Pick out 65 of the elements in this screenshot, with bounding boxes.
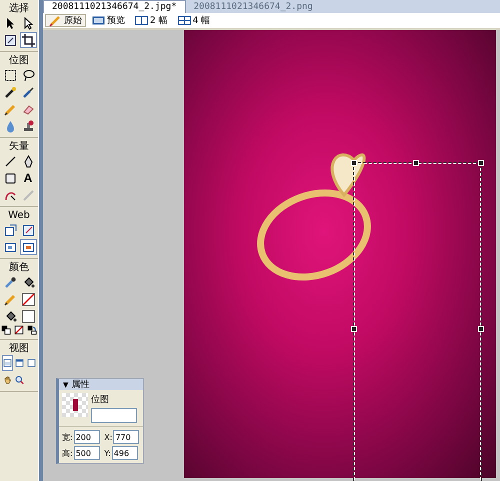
fill-swatch-icon xyxy=(22,310,34,322)
stroke-swatch-icon xyxy=(22,292,34,306)
field-label: 宽: xyxy=(62,432,73,442)
bitmap-thumbnail xyxy=(62,393,88,417)
crop-tool-button[interactable] xyxy=(20,32,36,48)
swap-colors-button[interactable] xyxy=(26,324,38,336)
default-colors-button[interactable] xyxy=(0,324,12,336)
two-up-view-button[interactable]: 2 幅 xyxy=(131,14,172,27)
name-field[interactable] xyxy=(91,408,137,423)
document-tab[interactable]: 2008111021346674_2.jpg* xyxy=(43,0,186,13)
eraser-icon xyxy=(22,102,34,116)
show-slices-icon xyxy=(22,240,34,254)
dimension-field[interactable]: 200 xyxy=(74,430,100,444)
eyedropper-icon xyxy=(4,276,16,288)
preview-view-button[interactable]: 预览 xyxy=(88,14,129,27)
four-up-view-button[interactable]: 4 幅 xyxy=(174,14,214,27)
rectangle-icon xyxy=(4,172,16,184)
fill-bucket-icon xyxy=(4,310,16,322)
zoom-icon xyxy=(14,375,24,385)
no-color-button[interactable] xyxy=(13,324,25,336)
show-slices-tool-button[interactable] xyxy=(20,239,36,255)
section-title: Web xyxy=(8,209,30,222)
section-title: 视图 xyxy=(9,342,29,355)
field-label: X: xyxy=(104,432,112,442)
section-title: 位图 xyxy=(9,54,29,67)
original-view-button[interactable]: 原始 xyxy=(45,14,86,27)
field-label: Y: xyxy=(104,448,111,458)
section-title: 矢量 xyxy=(9,140,29,153)
bucket-icon xyxy=(22,276,34,288)
fullscreen-icon xyxy=(26,358,36,368)
document-tab[interactable]: 2008111021346674_2.png xyxy=(186,1,321,13)
pen-icon xyxy=(22,154,34,168)
fill-swatch-tool-button[interactable] xyxy=(20,308,36,324)
selection-marquee[interactable] xyxy=(354,163,481,481)
panel-title: 属性 xyxy=(71,378,90,391)
no-color-icon xyxy=(14,325,24,335)
dimension-field[interactable]: 496 xyxy=(112,446,138,460)
dimension-field[interactable]: 500 xyxy=(74,446,100,460)
hotspot-icon xyxy=(4,224,16,236)
stamp-icon xyxy=(22,120,34,132)
standard-mode-tool-button[interactable] xyxy=(2,355,12,371)
original-icon xyxy=(49,14,62,27)
preview-icon xyxy=(92,14,105,27)
text-tool-button[interactable]: A xyxy=(20,170,36,186)
standard-mode-icon xyxy=(2,358,12,368)
crop-icon xyxy=(22,34,34,46)
slice-icon xyxy=(22,224,34,236)
hide-slices-icon xyxy=(4,240,16,254)
magic-wand-icon xyxy=(4,86,16,98)
pencil-icon xyxy=(4,102,16,116)
stroke-swatch-tool-button[interactable] xyxy=(20,291,36,307)
brush-icon xyxy=(22,86,34,98)
menu-fullscreen-icon xyxy=(14,358,24,368)
scale-icon xyxy=(4,34,16,46)
hand-icon xyxy=(2,375,12,385)
marquee-icon xyxy=(4,68,16,82)
dimension-field[interactable]: 770 xyxy=(113,430,140,444)
subselect-icon xyxy=(22,16,34,30)
line-icon xyxy=(4,154,16,168)
lasso-icon xyxy=(22,68,34,82)
stroke-pencil-icon xyxy=(4,292,16,306)
section-title: 颜色 xyxy=(9,261,29,274)
section-title: 选择 xyxy=(9,2,29,15)
field-label: 高: xyxy=(62,448,73,458)
object-type-label: 位图 xyxy=(91,394,110,406)
